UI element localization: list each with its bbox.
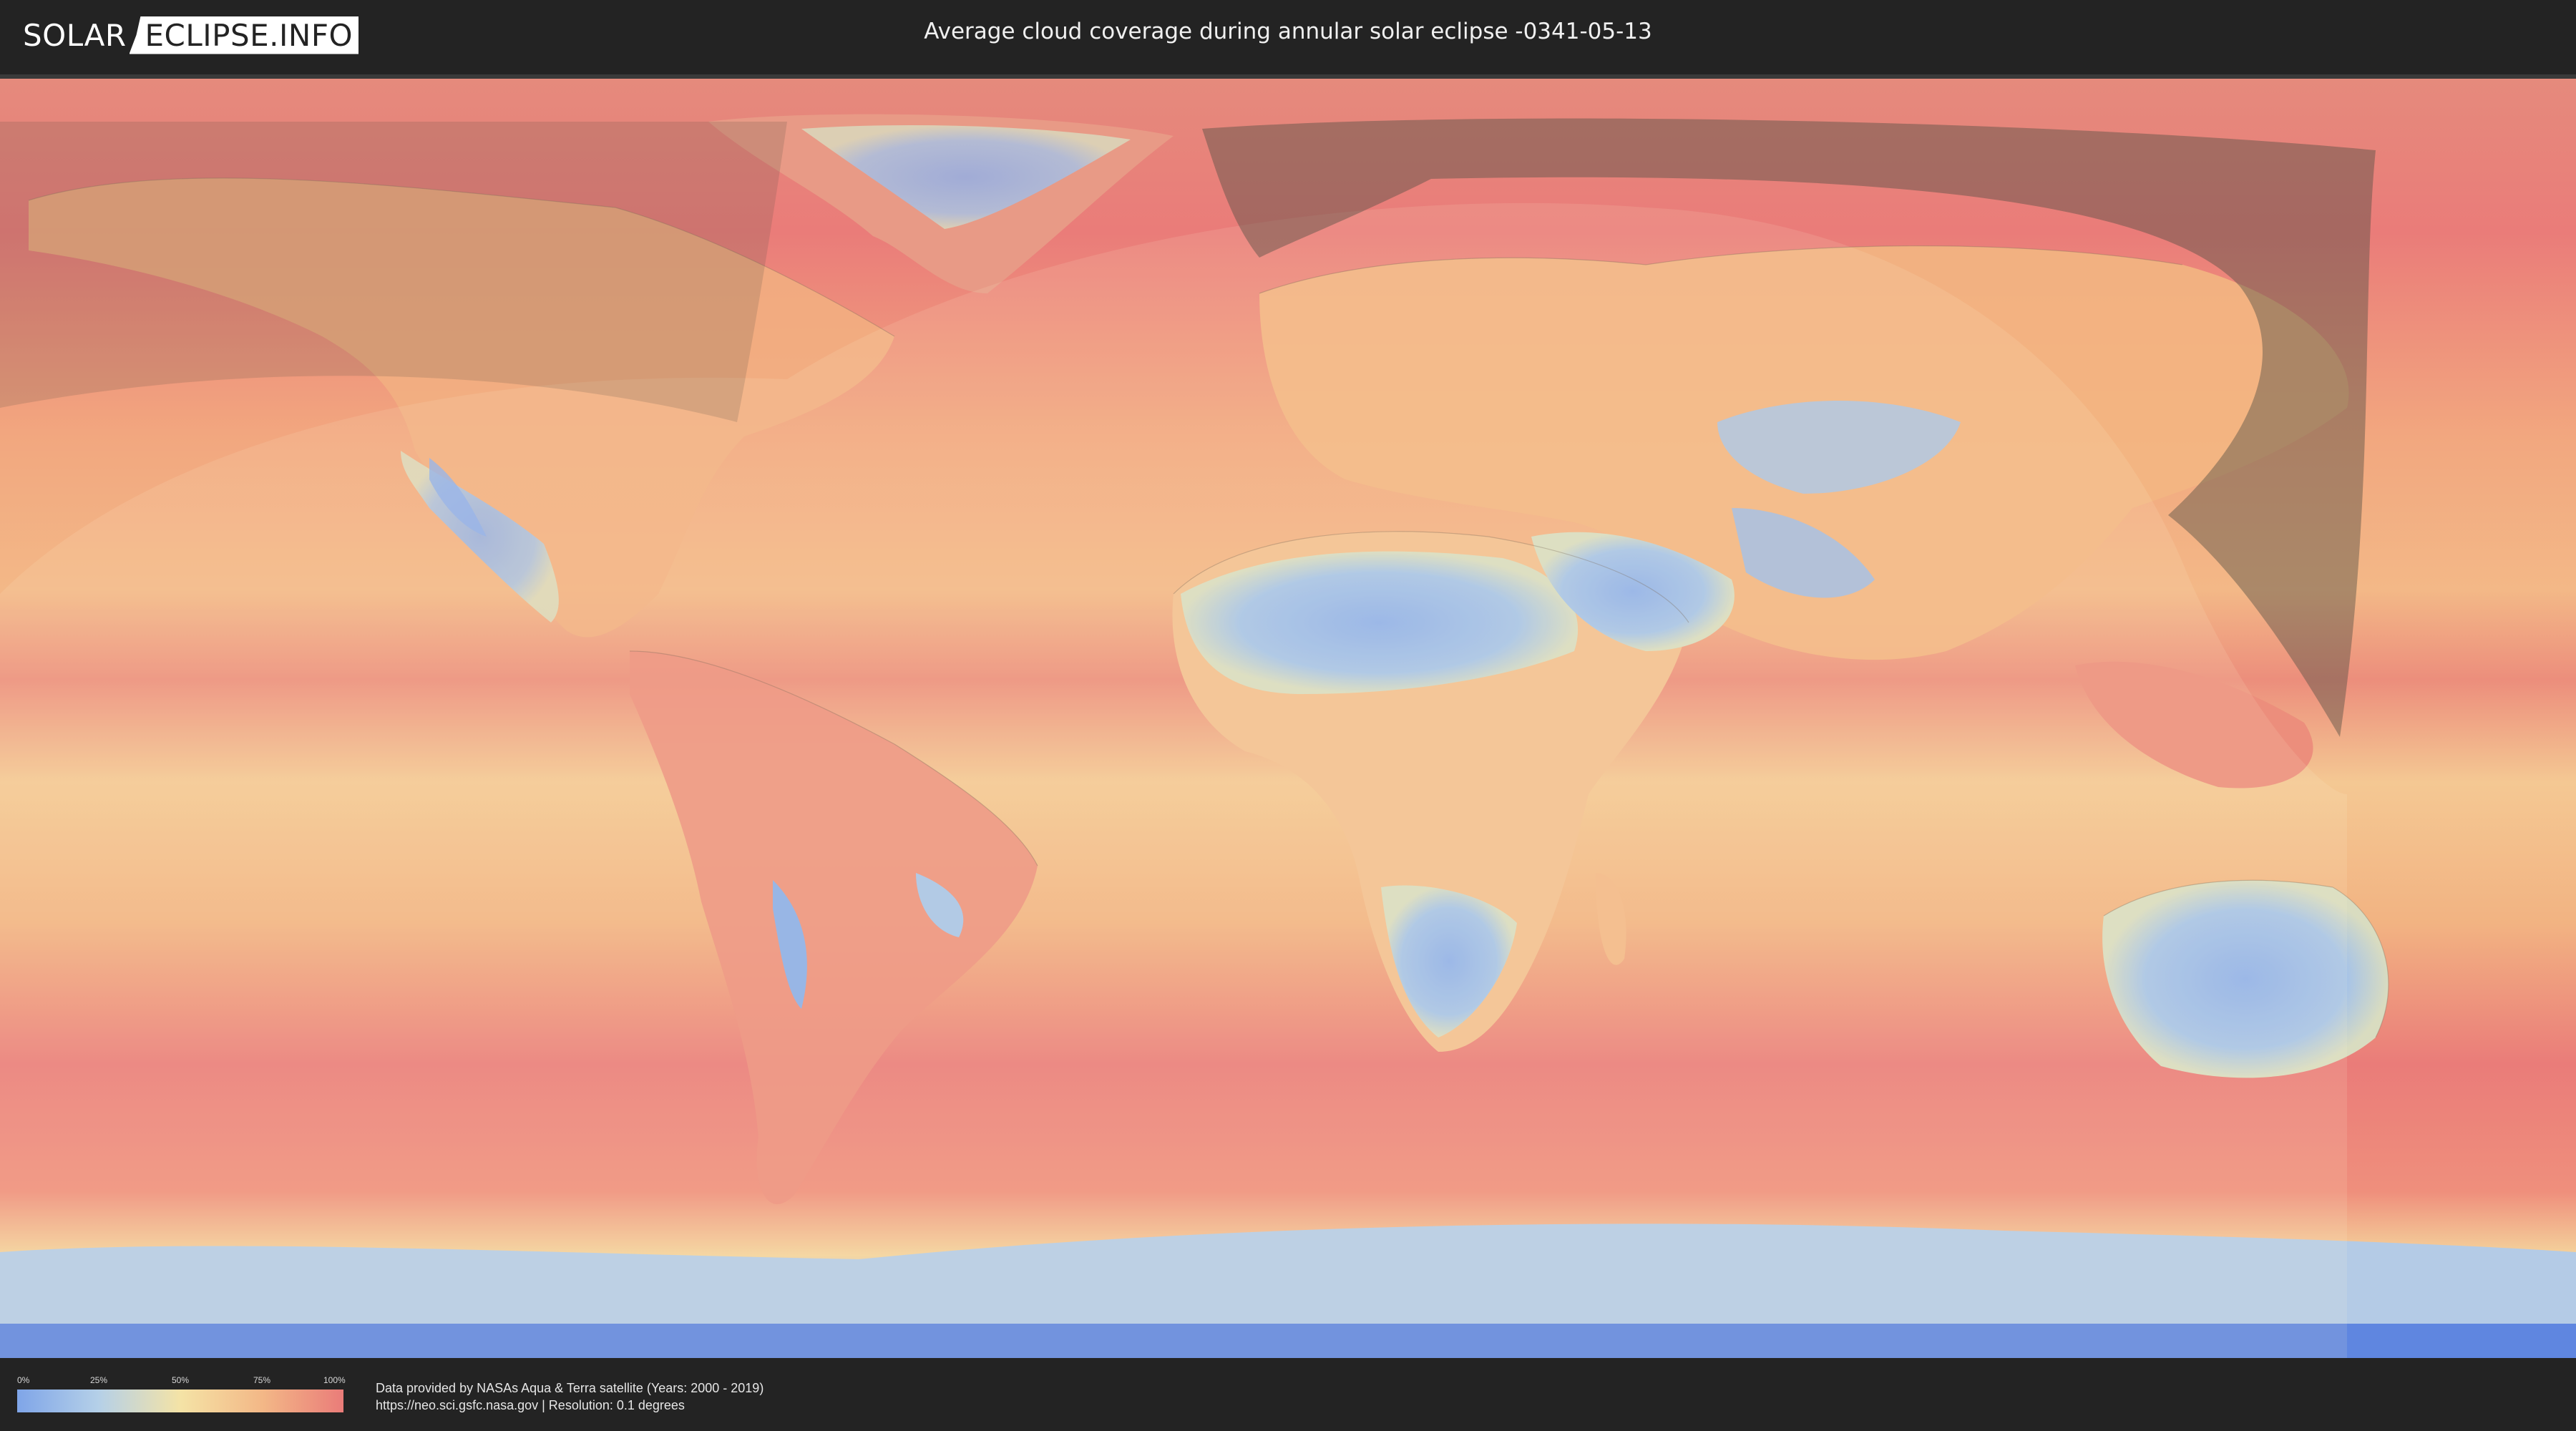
cloud-coverage-legend: 0% 25% 50% 75% 100%: [17, 1375, 346, 1412]
legend-tick-50: 50%: [172, 1375, 190, 1385]
legend-color-bar: [17, 1390, 343, 1412]
legend-tick-25: 25%: [90, 1375, 108, 1385]
header: SOLAR ECLIPSE.INFO Average cloud coverag…: [0, 0, 2576, 72]
footer: 0% 25% 50% 75% 100% Data provided by NAS…: [0, 1358, 2576, 1431]
legend-tick-100: 100%: [323, 1375, 346, 1385]
credit-line-2[interactable]: https://neo.sci.gsfc.nasa.gov | Resoluti…: [376, 1397, 763, 1414]
credit-line-1: Data provided by NASAs Aqua & Terra sate…: [376, 1381, 764, 1395]
cloud-coverage-map[interactable]: [0, 74, 2576, 1358]
legend-ticks: 0% 25% 50% 75% 100%: [17, 1375, 346, 1387]
page-title: Average cloud coverage during annular so…: [924, 19, 1652, 44]
map-svg: [0, 79, 2576, 1358]
page: SOLAR ECLIPSE.INFO Average cloud coverag…: [0, 0, 2576, 1431]
legend-tick-75: 75%: [253, 1375, 271, 1385]
legend-tick-0: 0%: [17, 1375, 30, 1385]
data-credits: Data provided by NASAs Aqua & Terra sate…: [376, 1379, 763, 1414]
